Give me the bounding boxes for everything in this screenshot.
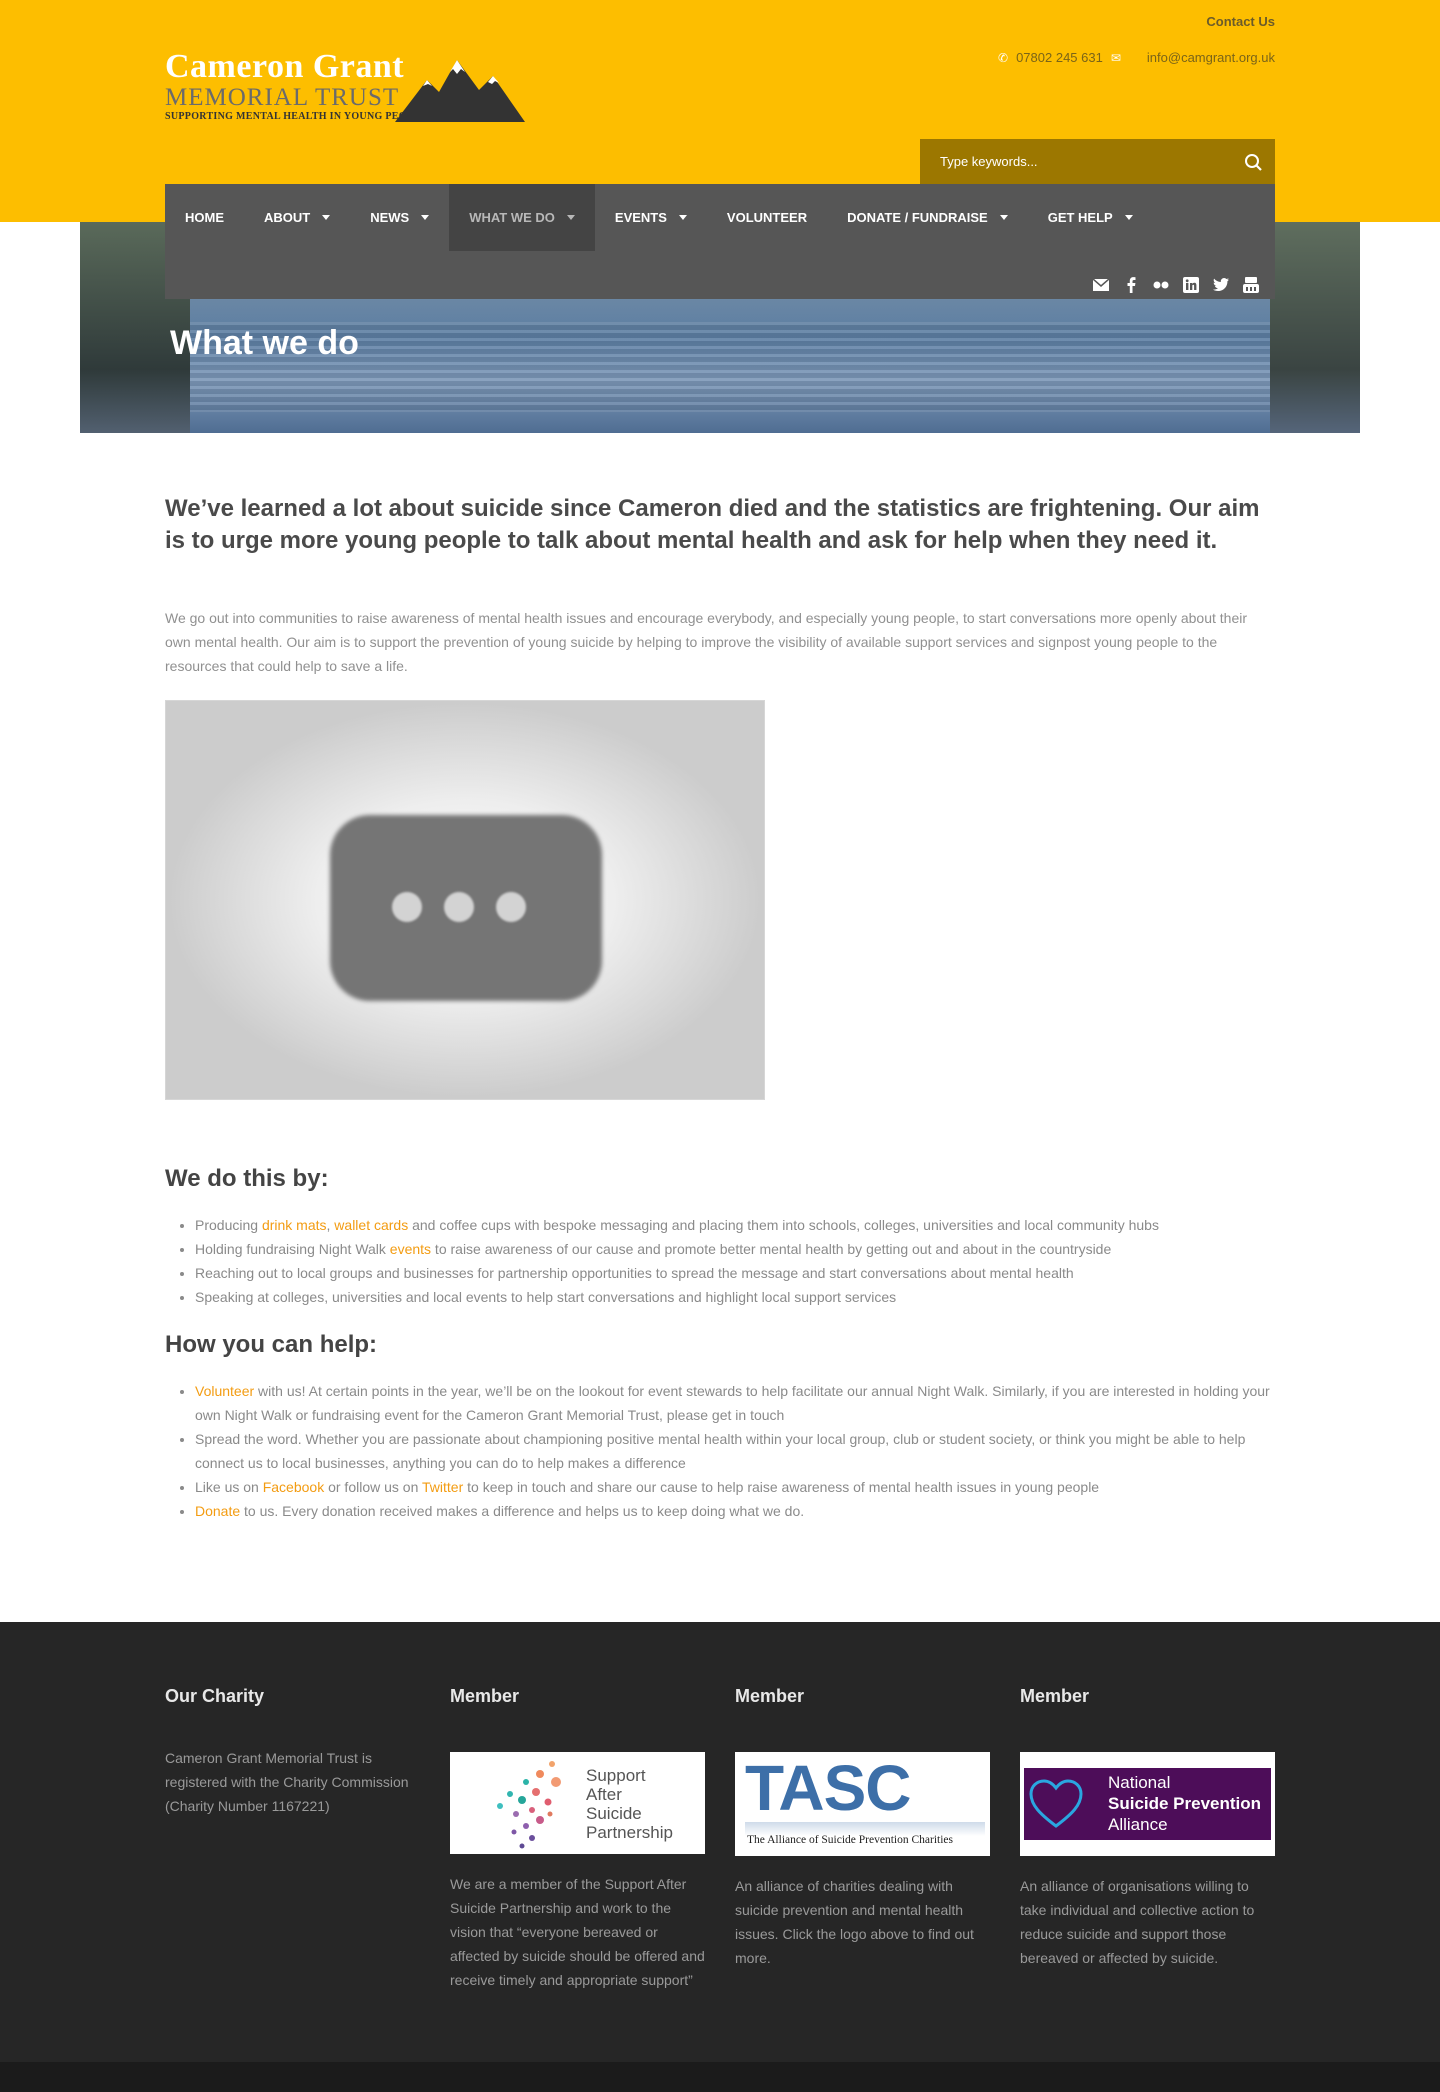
tasc-description: An alliance of charities dealing with su… bbox=[735, 1878, 974, 1966]
sasp-description: We are a member of the Support After Sui… bbox=[450, 1876, 705, 1988]
search-input[interactable] bbox=[920, 139, 1220, 184]
page-title: What we do bbox=[170, 324, 359, 362]
sasp-logo-text: Suicide bbox=[586, 1804, 642, 1823]
caret-down-icon bbox=[421, 215, 430, 220]
nspa-logo[interactable]: National Suicide Prevention Alliance bbox=[1020, 1752, 1275, 1856]
caret-down-icon bbox=[566, 215, 575, 220]
footer-col-tasc: Member TASC The Alliance of Suicide Prev… bbox=[735, 1686, 990, 1966]
nspa-description: An alliance of organisations willing to … bbox=[1020, 1878, 1255, 1966]
sasp-dots-icon bbox=[497, 1761, 561, 1849]
we-do-list: Producing drink mats, wallet cards and c… bbox=[165, 1213, 1275, 1309]
footer-heading: Our Charity bbox=[165, 1686, 265, 1706]
charity-info: Cameron Grant Memorial Trust is register… bbox=[165, 1750, 409, 1814]
nspa-logo-text: National bbox=[1108, 1773, 1171, 1792]
wallet-cards-link[interactable]: wallet cards bbox=[334, 1217, 408, 1233]
twitter-icon[interactable] bbox=[1212, 276, 1229, 293]
list-item: Holding fundraising Night Walk events to… bbox=[195, 1237, 1275, 1261]
contact-us-link[interactable]: Contact Us bbox=[1206, 14, 1275, 29]
caret-down-icon bbox=[999, 215, 1008, 220]
email-address[interactable]: info@camgrant.org.uk bbox=[1147, 50, 1275, 65]
footer-bottom-bar bbox=[0, 2062, 1440, 2092]
contact-info: ✆ 07802 245 631 ✉ info@camgrant.org.uk bbox=[998, 50, 1275, 65]
nav-item-get-help[interactable]: GET HELP bbox=[1028, 184, 1153, 251]
twitter-link[interactable]: Twitter bbox=[422, 1479, 463, 1495]
search-icon bbox=[1245, 154, 1262, 171]
footer-col-our-charity: Our Charity Cameron Grant Memorial Trust… bbox=[165, 1686, 420, 1814]
tasc-logo-subtitle: The Alliance of Suicide Prevention Chari… bbox=[747, 1834, 953, 1846]
list-item: Donate to us. Every donation received ma… bbox=[195, 1499, 1275, 1523]
nav-item-volunteer[interactable]: VOLUNTEER bbox=[707, 184, 827, 251]
facebook-link[interactable]: Facebook bbox=[263, 1479, 324, 1495]
footer-heading: Member bbox=[450, 1686, 520, 1706]
mountains-icon bbox=[395, 60, 525, 122]
volunteer-link[interactable]: Volunteer bbox=[195, 1383, 254, 1399]
heart-icon bbox=[1029, 1779, 1083, 1828]
caret-down-icon bbox=[322, 215, 331, 220]
intro-paragraph: We go out into communities to raise awar… bbox=[165, 610, 1247, 674]
list-item: Volunteer with us! At certain points in … bbox=[195, 1379, 1275, 1427]
phone-icon: ✆ bbox=[998, 50, 1009, 65]
footer-col-sasp: Member Support After Suicide Partnership… bbox=[450, 1686, 705, 1988]
how-you-can-help-heading: How you can help: bbox=[165, 1331, 378, 1358]
nav-item-home[interactable]: HOME bbox=[165, 184, 244, 251]
nspa-logo-text: Suicide Prevention bbox=[1108, 1794, 1262, 1813]
footer-heading: Member bbox=[1020, 1686, 1090, 1706]
events-link[interactable]: events bbox=[390, 1241, 431, 1257]
nav-item-news[interactable]: NEWS bbox=[350, 184, 449, 251]
nav-item-events[interactable]: EVENTS bbox=[595, 184, 707, 251]
help-list: Volunteer with us! At certain points in … bbox=[165, 1379, 1275, 1523]
search-bar bbox=[920, 139, 1275, 184]
main-navigation: HOME ABOUT NEWS WHAT WE DO EVENTS VOLUNT… bbox=[165, 184, 1275, 299]
list-item: Producing drink mats, wallet cards and c… bbox=[195, 1213, 1275, 1237]
youtube-icon[interactable] bbox=[1242, 276, 1259, 293]
donate-link[interactable]: Donate bbox=[195, 1503, 240, 1519]
search-button[interactable] bbox=[1241, 150, 1265, 174]
list-item: Reaching out to local groups and busines… bbox=[195, 1261, 1275, 1285]
list-item: Spread the word. Whether you are passion… bbox=[195, 1427, 1275, 1475]
sasp-logo-text: After bbox=[586, 1785, 622, 1804]
nav-item-about[interactable]: ABOUT bbox=[244, 184, 350, 251]
phone-number[interactable]: 07802 245 631 bbox=[1016, 50, 1103, 65]
we-do-heading: We do this by: bbox=[165, 1165, 329, 1192]
social-links bbox=[1092, 276, 1259, 293]
footer-col-nspa: Member National Suicide Prevention Allia… bbox=[1020, 1686, 1275, 1966]
logo-subtitle: MEMORIAL TRUST bbox=[165, 84, 400, 111]
nav-item-what-we-do[interactable]: WHAT WE DO bbox=[449, 184, 595, 251]
caret-down-icon bbox=[678, 215, 687, 220]
drink-mats-link[interactable]: drink mats bbox=[262, 1217, 327, 1233]
facebook-icon[interactable] bbox=[1122, 276, 1139, 293]
email-icon: ✉ bbox=[1110, 50, 1121, 65]
logo-title: Cameron Grant bbox=[165, 48, 405, 85]
sasp-logo-text: Support bbox=[586, 1766, 646, 1785]
sasp-logo[interactable]: Support After Suicide Partnership bbox=[450, 1752, 705, 1854]
sasp-logo-text: Partnership bbox=[586, 1823, 673, 1842]
logo-tagline: SUPPORTING MENTAL HEALTH IN YOUNG PEOPLE bbox=[165, 111, 428, 122]
caret-down-icon bbox=[1124, 215, 1133, 220]
nav-item-donate-fundraise[interactable]: DONATE / FUNDRAISE bbox=[827, 184, 1028, 251]
email-icon[interactable] bbox=[1092, 276, 1109, 293]
list-item: Like us on Facebook or follow us on Twit… bbox=[195, 1475, 1275, 1499]
linkedin-icon[interactable] bbox=[1182, 276, 1199, 293]
flickr-icon[interactable] bbox=[1152, 276, 1169, 293]
footer-heading: Member bbox=[735, 1686, 805, 1706]
loading-dots-icon bbox=[392, 892, 526, 922]
video-embed[interactable] bbox=[165, 700, 765, 1100]
list-item: Speaking at colleges, universities and l… bbox=[195, 1285, 1275, 1309]
lead-statement: We’ve learned a lot about suicide since … bbox=[165, 495, 1260, 554]
tasc-logo[interactable]: TASC The Alliance of Suicide Prevention … bbox=[735, 1752, 990, 1856]
site-footer: Our Charity Cameron Grant Memorial Trust… bbox=[0, 1622, 1440, 2062]
site-logo[interactable]: Cameron Grant MEMORIAL TRUST SUPPORTING … bbox=[165, 48, 525, 128]
nspa-logo-text: Alliance bbox=[1108, 1815, 1168, 1834]
tasc-logo-text: TASC bbox=[745, 1752, 911, 1824]
